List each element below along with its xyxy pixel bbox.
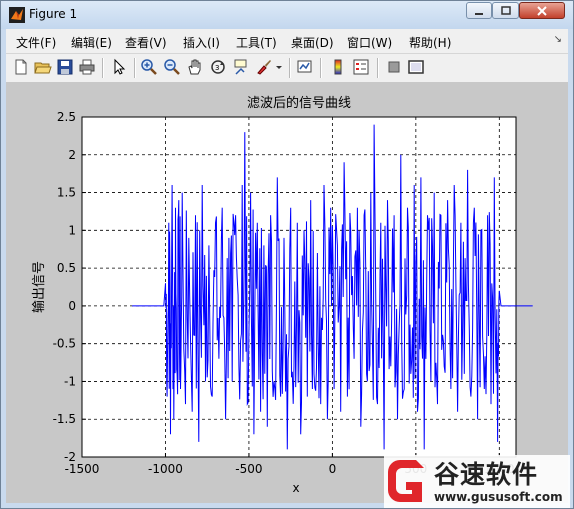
x-axis-label: x (292, 481, 299, 495)
plot-title: 滤波后的信号曲线 (247, 95, 351, 111)
toolbar-separator (289, 58, 291, 78)
y-tick-label: 0 (68, 299, 76, 313)
figure-window: Figure 1 文件(F) 编辑(E) 查看(V) 插入(I) 工具(T) 桌… (0, 0, 574, 509)
axes-background (81, 116, 517, 458)
open-file-icon[interactable] (34, 58, 52, 76)
menu-window[interactable]: 窗口(W) (347, 34, 392, 51)
print-icon[interactable] (78, 58, 96, 76)
brush-dropdown-arrow-icon[interactable] (275, 58, 283, 76)
y-axis-label: 输出信号 (31, 261, 47, 313)
toolbar-separator (377, 58, 379, 78)
show-plot-tools-icon[interactable] (407, 58, 425, 76)
y-tick-label: 1.5 (57, 186, 76, 200)
x-tick-label: 0 (329, 462, 337, 476)
menu-edit[interactable]: 编辑(E) (71, 34, 112, 51)
minimize-icon (475, 12, 483, 15)
data-cursor-icon[interactable] (232, 58, 250, 76)
watermark-url: www.gususoft.com (434, 490, 563, 504)
colorbar-icon[interactable] (329, 58, 347, 76)
minimize-button[interactable] (466, 2, 492, 19)
menu-desktop[interactable]: 桌面(D) (291, 34, 334, 51)
x-tick-label: -500 (235, 462, 262, 476)
rotate-3d-icon[interactable]: 3 (209, 58, 227, 76)
brush-icon[interactable] (255, 58, 273, 76)
y-tick-label: -1 (64, 374, 76, 388)
y-tick-label: 2 (68, 148, 76, 162)
y-tick-label: 0.5 (57, 261, 76, 275)
maximize-icon (500, 5, 511, 15)
menu-file[interactable]: 文件(F) (16, 34, 56, 51)
pointer-icon[interactable] (110, 58, 128, 76)
close-button[interactable] (519, 2, 565, 19)
menu-insert[interactable]: 插入(I) (183, 34, 220, 51)
title-bar[interactable]: Figure 1 (1, 1, 573, 29)
toolbar-separator (320, 58, 322, 78)
y-tick-label: -2 (64, 450, 76, 464)
watermark-text: 谷速软件 (434, 460, 539, 489)
menu-help[interactable]: 帮助(H) (409, 34, 451, 51)
menu-bar: 文件(F) 编辑(E) 查看(V) 插入(I) 工具(T) 桌面(D) 窗口(W… (6, 29, 568, 54)
y-tick-label: 2.5 (57, 110, 76, 124)
link-plot-icon[interactable] (296, 58, 314, 76)
zoom-out-icon[interactable] (163, 58, 181, 76)
x-tick-label: -1000 (148, 462, 183, 476)
svg-text:3: 3 (215, 64, 219, 72)
toolbar-separator (134, 58, 136, 78)
close-icon (537, 5, 547, 16)
zoom-in-icon[interactable] (140, 58, 158, 76)
menu-tools[interactable]: 工具(T) (236, 34, 277, 51)
new-figure-icon[interactable] (12, 58, 30, 76)
menu-view[interactable]: 查看(V) (125, 34, 167, 51)
x-tick-label: -1500 (65, 462, 100, 476)
figure-toolbar: 3 (6, 54, 568, 83)
menu-dock-arrow-icon[interactable]: ↘ (554, 34, 562, 45)
y-tick-label: -0.5 (53, 337, 76, 351)
toolbar-separator (102, 58, 104, 78)
y-tick-label: -1.5 (53, 412, 76, 426)
signal-plot[interactable]: -1500-1000-50005001000-2-1.5-1-0.500.511… (6, 83, 568, 503)
hide-plot-tools-icon[interactable] (385, 58, 403, 76)
y-tick-label: 1 (68, 223, 76, 237)
pan-hand-icon[interactable] (186, 58, 204, 76)
save-icon[interactable] (56, 58, 74, 76)
window-title: Figure 1 (29, 7, 78, 21)
legend-icon[interactable] (352, 58, 370, 76)
figure-canvas: -1500-1000-50005001000-2-1.5-1-0.500.511… (6, 83, 568, 503)
matlab-icon (9, 7, 25, 23)
maximize-button[interactable] (492, 2, 519, 19)
